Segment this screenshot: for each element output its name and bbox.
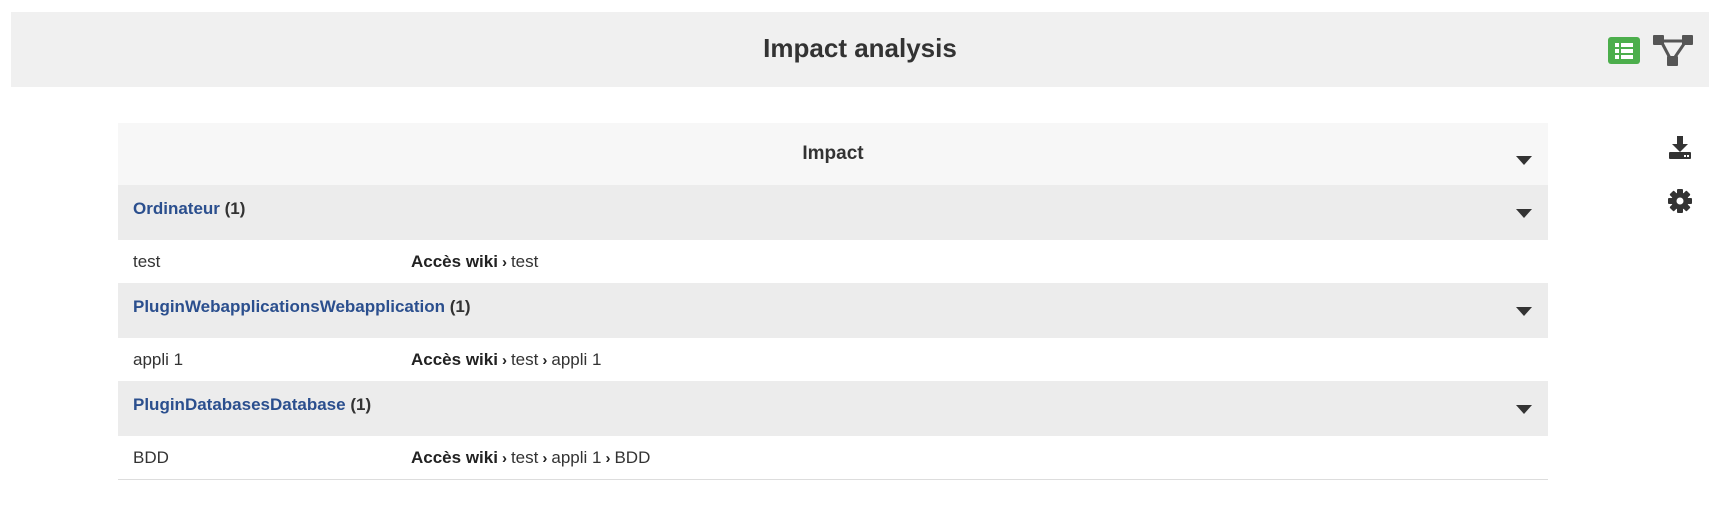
collapse-caret-icon[interactable] [1516,156,1532,165]
chevron-right-icon: › [605,450,611,467]
graph-view-button[interactable] [1652,34,1694,68]
gear-icon [1668,189,1692,213]
settings-button[interactable] [1667,188,1693,214]
group-count: (1) [350,395,372,414]
chevron-right-icon: › [501,352,507,369]
page-title: Impact analysis [763,33,957,63]
impact-panel-title: Impact [802,143,864,164]
list-view-icon [1615,43,1633,59]
path-part: test [510,448,539,467]
path-part: appli 1 [551,350,602,369]
group-count: (1) [449,297,471,316]
impact-panel-header[interactable]: Impact [118,123,1548,185]
path-part: test [510,252,539,271]
group-header-ordinateur[interactable]: Ordinateur (1) [118,185,1548,240]
graph-view-icon [1653,35,1693,66]
list-item: appli 1 Accès wiki › test › appli 1 [118,338,1548,381]
collapse-caret-icon[interactable] [1516,307,1532,316]
list-view-button[interactable] [1608,37,1640,64]
item-path: Accès wiki › test › appli 1 › BDD [411,436,650,481]
path-part: test [510,350,539,369]
chevron-right-icon: › [542,352,548,369]
item-name[interactable]: BDD [133,436,169,480]
path-root: Accès wiki [411,448,498,467]
collapse-caret-icon[interactable] [1516,209,1532,218]
group-label: Ordinateur (1) [133,185,245,233]
list-item: BDD Accès wiki › test › appli 1 › BDD [118,436,1548,480]
chevron-right-icon: › [542,450,548,467]
collapse-caret-icon[interactable] [1516,405,1532,414]
download-icon [1669,136,1691,159]
path-root: Accès wiki [411,252,498,271]
item-name[interactable]: appli 1 [133,338,183,382]
group-count: (1) [224,199,246,218]
group-link[interactable]: Ordinateur [133,199,220,218]
group-label: PluginDatabasesDatabase (1) [133,381,371,429]
page-header: Impact analysis [11,12,1709,87]
path-root: Accès wiki [411,350,498,369]
group-link[interactable]: PluginDatabasesDatabase [133,395,346,414]
item-path: Accès wiki › test [411,240,538,285]
chevron-right-icon: › [501,254,507,271]
download-button[interactable] [1667,135,1693,161]
group-link[interactable]: PluginWebapplicationsWebapplication [133,297,445,316]
chevron-right-icon: › [501,450,507,467]
list-item: test Accès wiki › test [118,240,1548,283]
group-header-webapplication[interactable]: PluginWebapplicationsWebapplication (1) [118,283,1548,338]
group-label: PluginWebapplicationsWebapplication (1) [133,283,471,331]
item-path: Accès wiki › test › appli 1 [411,338,601,383]
group-header-database[interactable]: PluginDatabasesDatabase (1) [118,381,1548,436]
path-part: BDD [614,448,651,467]
path-part: appli 1 [551,448,602,467]
item-name[interactable]: test [133,240,160,284]
impact-panel: Impact Ordinateur (1) test Accès wiki › te… [118,123,1548,480]
